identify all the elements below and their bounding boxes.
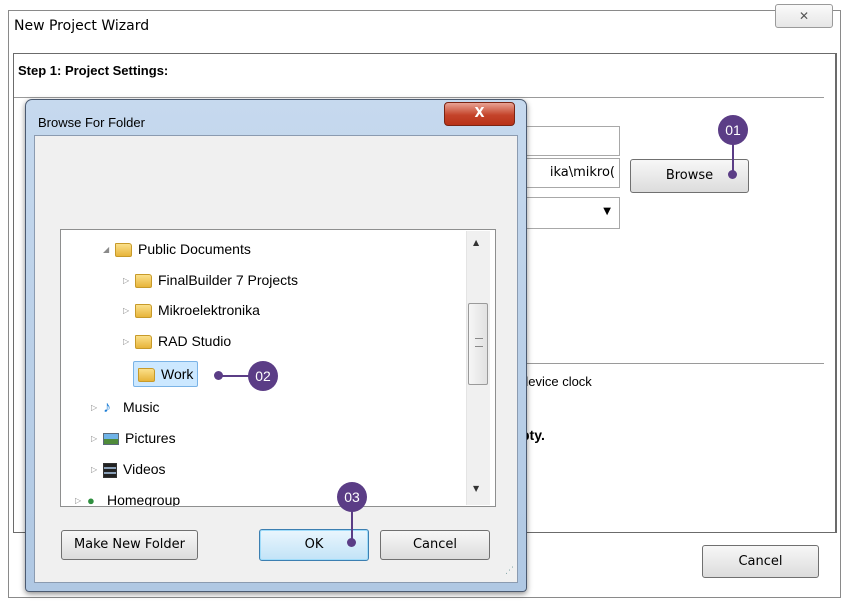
step-divider	[14, 97, 824, 98]
browse-dialog-close-button[interactable]: X	[444, 102, 515, 126]
folder-icon	[135, 274, 152, 289]
collapsed-arrow-icon[interactable]: ▷	[75, 488, 87, 506]
tree-item-finalbuilder[interactable]: ▷ FinalBuilder 7 Projects	[123, 267, 298, 293]
collapsed-arrow-icon[interactable]: ▷	[91, 395, 103, 421]
tree-item-label: FinalBuilder 7 Projects	[158, 272, 299, 288]
wizard-title: New Project Wizard	[14, 18, 150, 34]
make-new-folder-label: Make New Folder	[73, 537, 186, 552]
options-divider	[500, 363, 824, 364]
chevron-down-icon: ▼	[603, 206, 611, 217]
homegroup-icon: ●	[87, 493, 95, 507]
tree-item-label: Homegroup	[107, 492, 181, 507]
pictures-icon	[103, 433, 119, 446]
callout-02-leader	[220, 375, 250, 377]
tree-item-label: Public Documents	[138, 241, 251, 257]
wizard-close-button[interactable]: ✕	[775, 4, 833, 28]
collapsed-arrow-icon[interactable]: ▷	[91, 457, 103, 483]
tree-item-label: Music	[123, 399, 160, 415]
browse-cancel-button[interactable]: Cancel	[380, 530, 490, 560]
callout-01-dot	[728, 170, 737, 179]
tree-item-videos[interactable]: ▷ Videos	[91, 456, 166, 482]
scroll-up-arrow-icon[interactable]: ▲	[473, 238, 479, 247]
collapsed-arrow-icon[interactable]: ▷	[123, 298, 135, 324]
scrollbar-grip-icon	[475, 338, 483, 347]
browse-button-label: Browse	[665, 168, 714, 183]
browse-dialog-title: Browse For Folder	[38, 115, 145, 130]
collapsed-arrow-icon[interactable]: ▷	[91, 426, 103, 452]
folder-icon	[135, 335, 152, 350]
tree-item-pictures[interactable]: ▷ Pictures	[91, 425, 176, 451]
close-icon: X	[474, 106, 485, 121]
tree-item-mikroelektronika[interactable]: ▷ Mikroelektronika	[123, 297, 260, 323]
collapsed-arrow-icon[interactable]: ▷	[123, 329, 135, 355]
tree-item-homegroup[interactable]: ▷ ● Homegroup	[75, 487, 181, 507]
tree-item-label: Pictures	[125, 430, 176, 446]
device-clock-text: device clock	[521, 374, 592, 389]
ok-label: OK	[304, 537, 324, 552]
folder-icon	[138, 368, 155, 383]
wizard-cancel-label: Cancel	[738, 554, 783, 569]
tree-item-public-documents[interactable]: ◢ Public Documents	[103, 236, 251, 262]
folder-icon	[135, 304, 152, 319]
callout-01-leader	[732, 144, 734, 172]
resize-grip-icon[interactable]: ⋰	[505, 566, 514, 576]
collapsed-arrow-icon[interactable]: ▷	[123, 268, 135, 294]
browse-cancel-label: Cancel	[412, 537, 458, 552]
close-icon: ✕	[798, 9, 810, 23]
music-icon: ♪	[103, 399, 111, 417]
callout-03-dot	[347, 538, 356, 547]
folder-icon	[115, 243, 132, 258]
wizard-cancel-button[interactable]: Cancel	[702, 545, 819, 578]
scroll-down-arrow-icon[interactable]: ▼	[473, 484, 479, 493]
callout-01: 01	[718, 115, 748, 145]
tree-item-label: Work	[161, 366, 194, 382]
videos-icon	[103, 462, 117, 478]
make-new-folder-button[interactable]: Make New Folder	[61, 530, 198, 560]
callout-03-leader	[351, 511, 353, 541]
folder-tree[interactable]: ◢ Public Documents ▷ FinalBuilder 7 Projec…	[60, 229, 496, 507]
callout-03: 03	[337, 482, 367, 512]
tree-item-music[interactable]: ▷ ♪ Music	[91, 394, 160, 420]
tree-item-rad-studio[interactable]: ▷ RAD Studio	[123, 328, 231, 354]
step-title: Step 1: Project Settings:	[18, 63, 169, 78]
tree-item-work-selected[interactable]: Work	[133, 361, 199, 387]
tree-item-label: RAD Studio	[158, 333, 232, 349]
callout-02: 02	[248, 361, 278, 391]
tree-item-label: Mikroelektronika	[158, 302, 260, 318]
expanded-arrow-icon[interactable]: ◢	[103, 237, 115, 263]
tree-item-label: Videos	[123, 461, 166, 477]
